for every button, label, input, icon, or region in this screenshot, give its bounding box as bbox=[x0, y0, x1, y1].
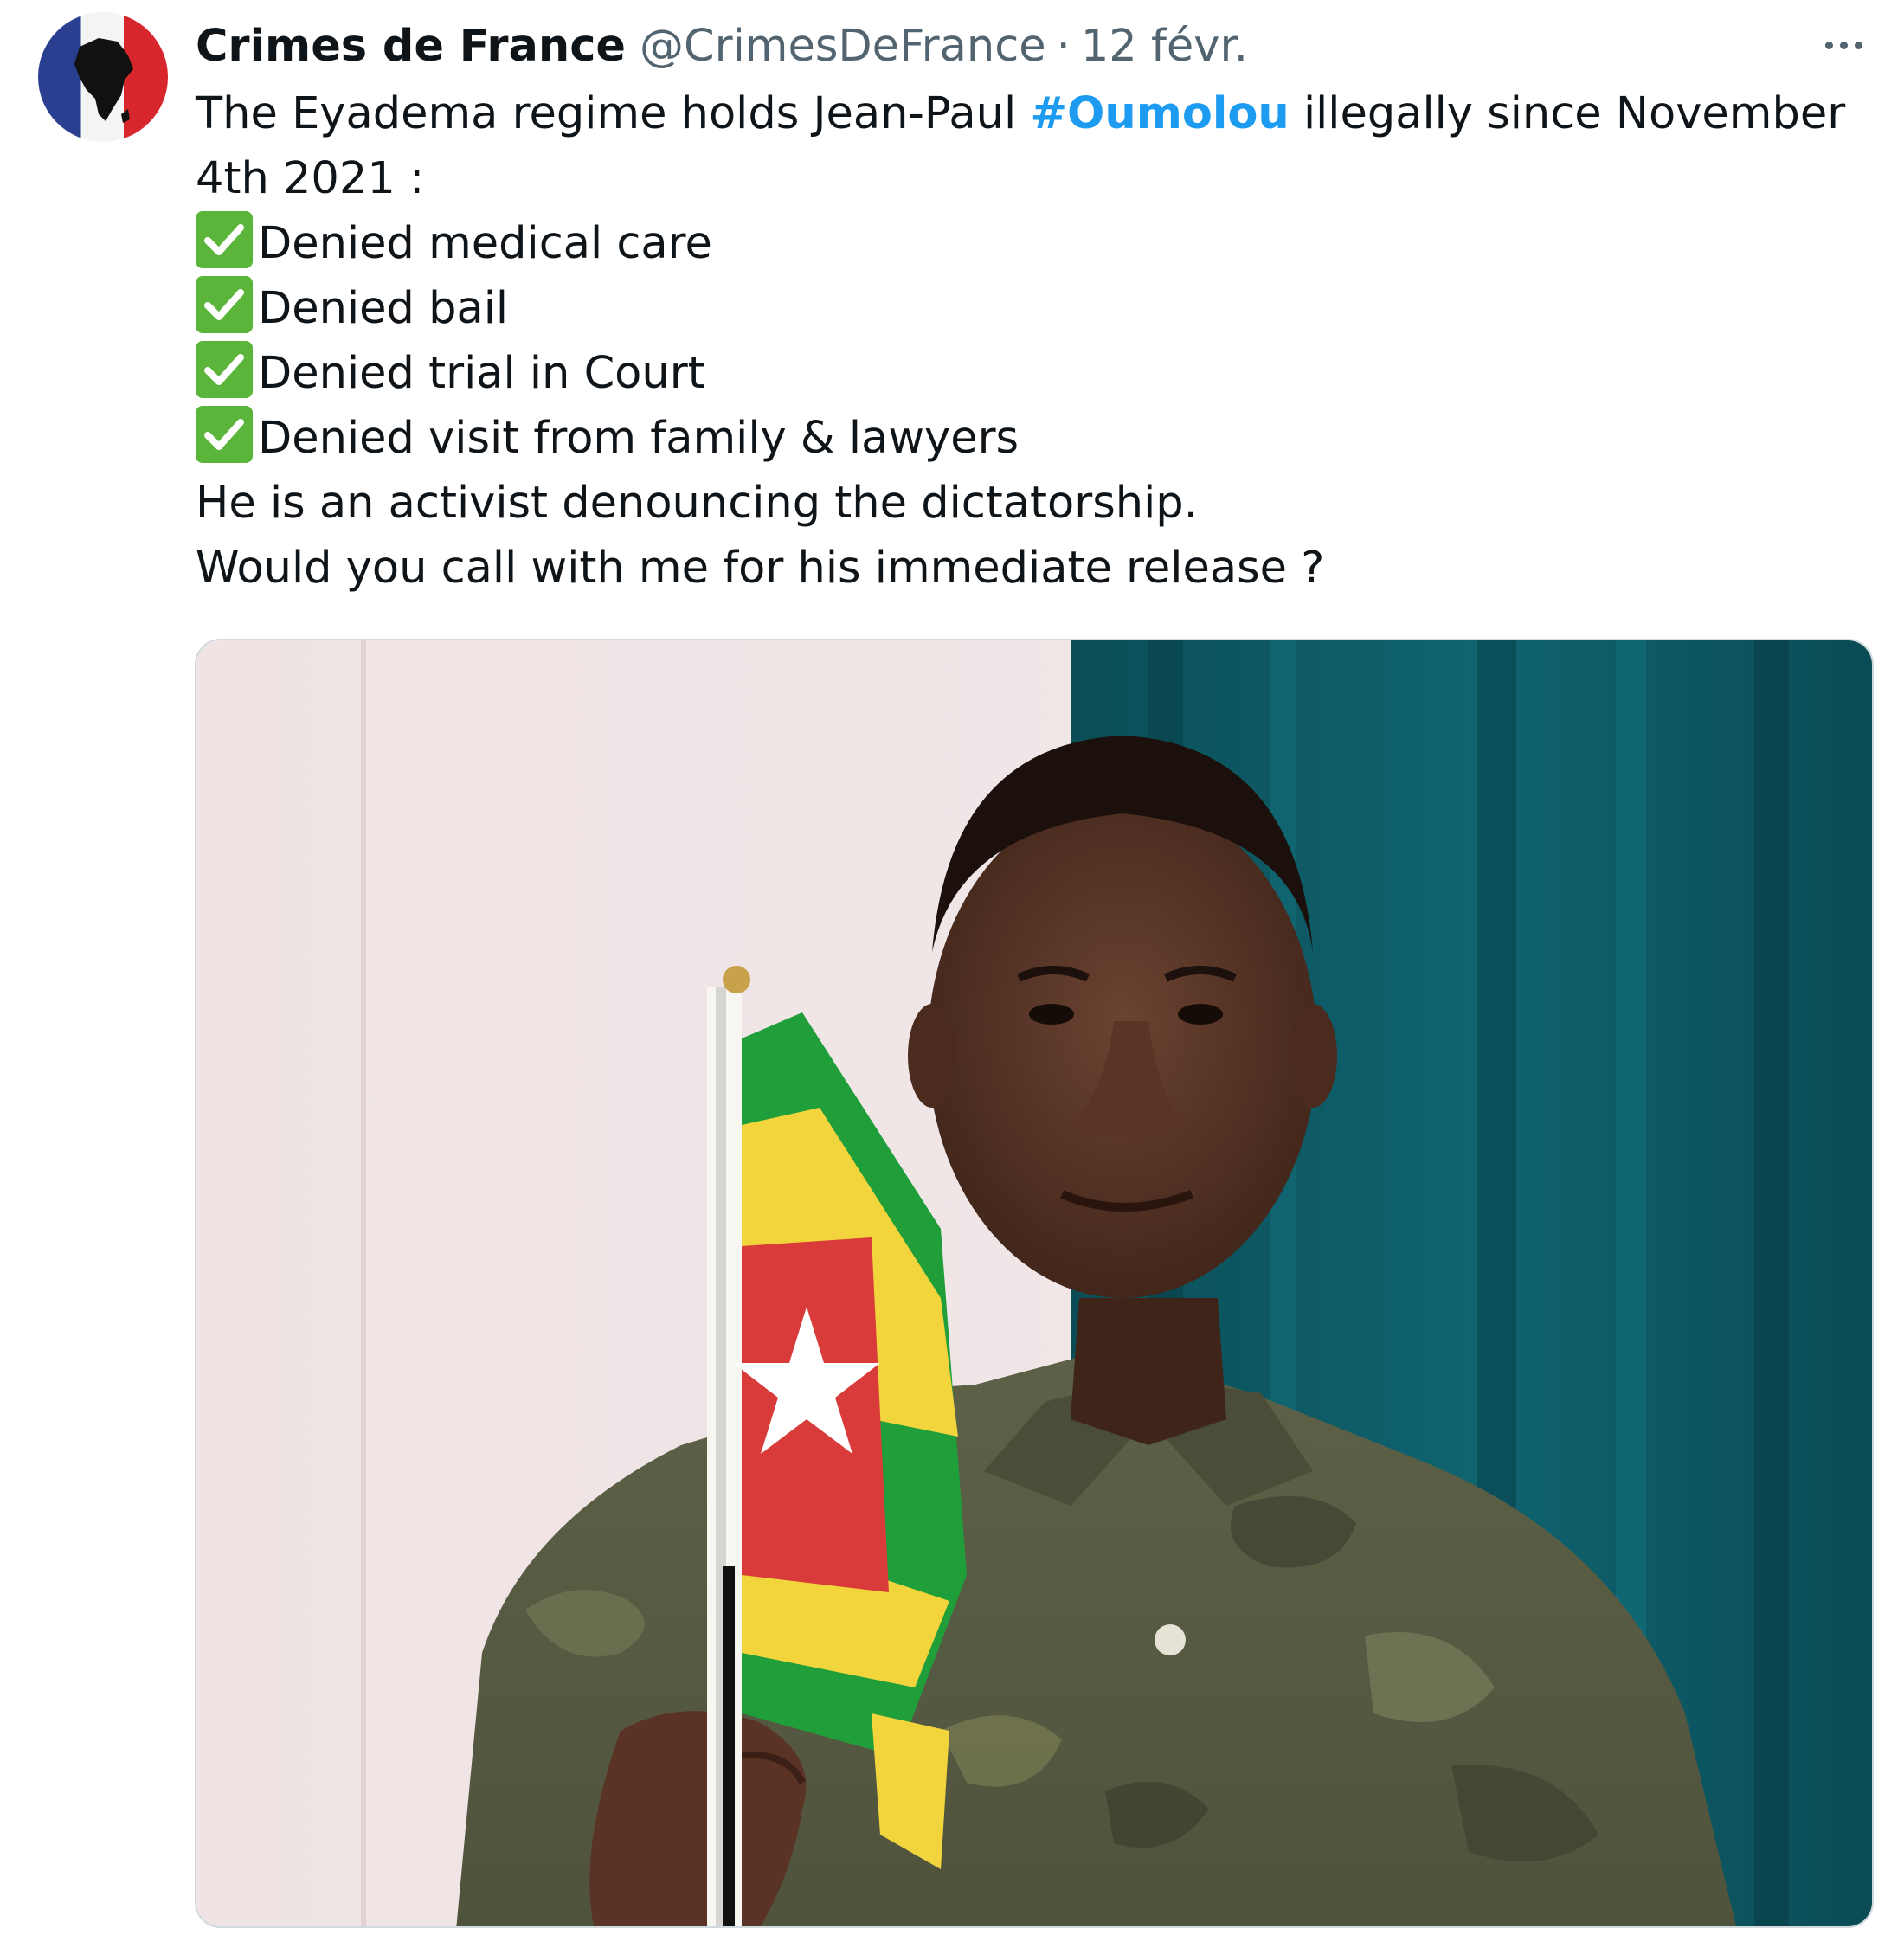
check-mark-icon bbox=[196, 406, 253, 463]
tweet-text-fragment: illegally since November bbox=[1289, 88, 1846, 139]
tweet-line-2: 4th 2021 : bbox=[196, 153, 425, 204]
tweet-text-fragment: The Eyadema regime holds Jean-Paul bbox=[196, 88, 1031, 139]
author-handle[interactable]: @CrimesDeFrance bbox=[640, 21, 1046, 72]
check-item-text: Denied trial in Court bbox=[258, 348, 705, 399]
check-list-item: Denied medical care bbox=[196, 211, 1875, 276]
check-list-item: Denied trial in Court bbox=[196, 341, 1875, 406]
check-item-text: Denied bail bbox=[258, 283, 509, 334]
tweet-header: Crimes de France @CrimesDeFrance · 12 fé… bbox=[196, 16, 1248, 76]
hashtag-link[interactable]: #Oumolou bbox=[1030, 88, 1289, 139]
check-mark-icon bbox=[196, 276, 253, 333]
header-separator: · bbox=[1056, 20, 1071, 72]
tweet-photo[interactable] bbox=[195, 639, 1874, 1928]
check-item-text: Denied visit from family & lawyers bbox=[258, 413, 1020, 464]
photo-illustration bbox=[196, 640, 1872, 1926]
tweet-line-call: Would you call with me for his immediate… bbox=[196, 543, 1325, 594]
tweet-timestamp[interactable]: 12 févr. bbox=[1081, 21, 1248, 72]
check-list-item: Denied visit from family & lawyers bbox=[196, 406, 1875, 471]
check-mark-icon bbox=[196, 341, 253, 398]
tweet[interactable]: Crimes de France @CrimesDeFrance · 12 fé… bbox=[0, 0, 1904, 1935]
more-options-icon[interactable] bbox=[1809, 19, 1878, 71]
tweet-line-1: The Eyadema regime holds Jean-Paul #Oumo… bbox=[196, 81, 1875, 146]
check-mark-icon bbox=[196, 211, 253, 268]
tweet-text: The Eyadema regime holds Jean-Paul #Oumo… bbox=[196, 81, 1875, 601]
author-display-name[interactable]: Crimes de France bbox=[196, 21, 626, 72]
tweet-line-activist: He is an activist denouncing the dictato… bbox=[196, 478, 1198, 529]
check-list-item: Denied bail bbox=[196, 276, 1875, 341]
check-item-text: Denied medical care bbox=[258, 218, 712, 269]
author-avatar[interactable] bbox=[38, 12, 168, 142]
